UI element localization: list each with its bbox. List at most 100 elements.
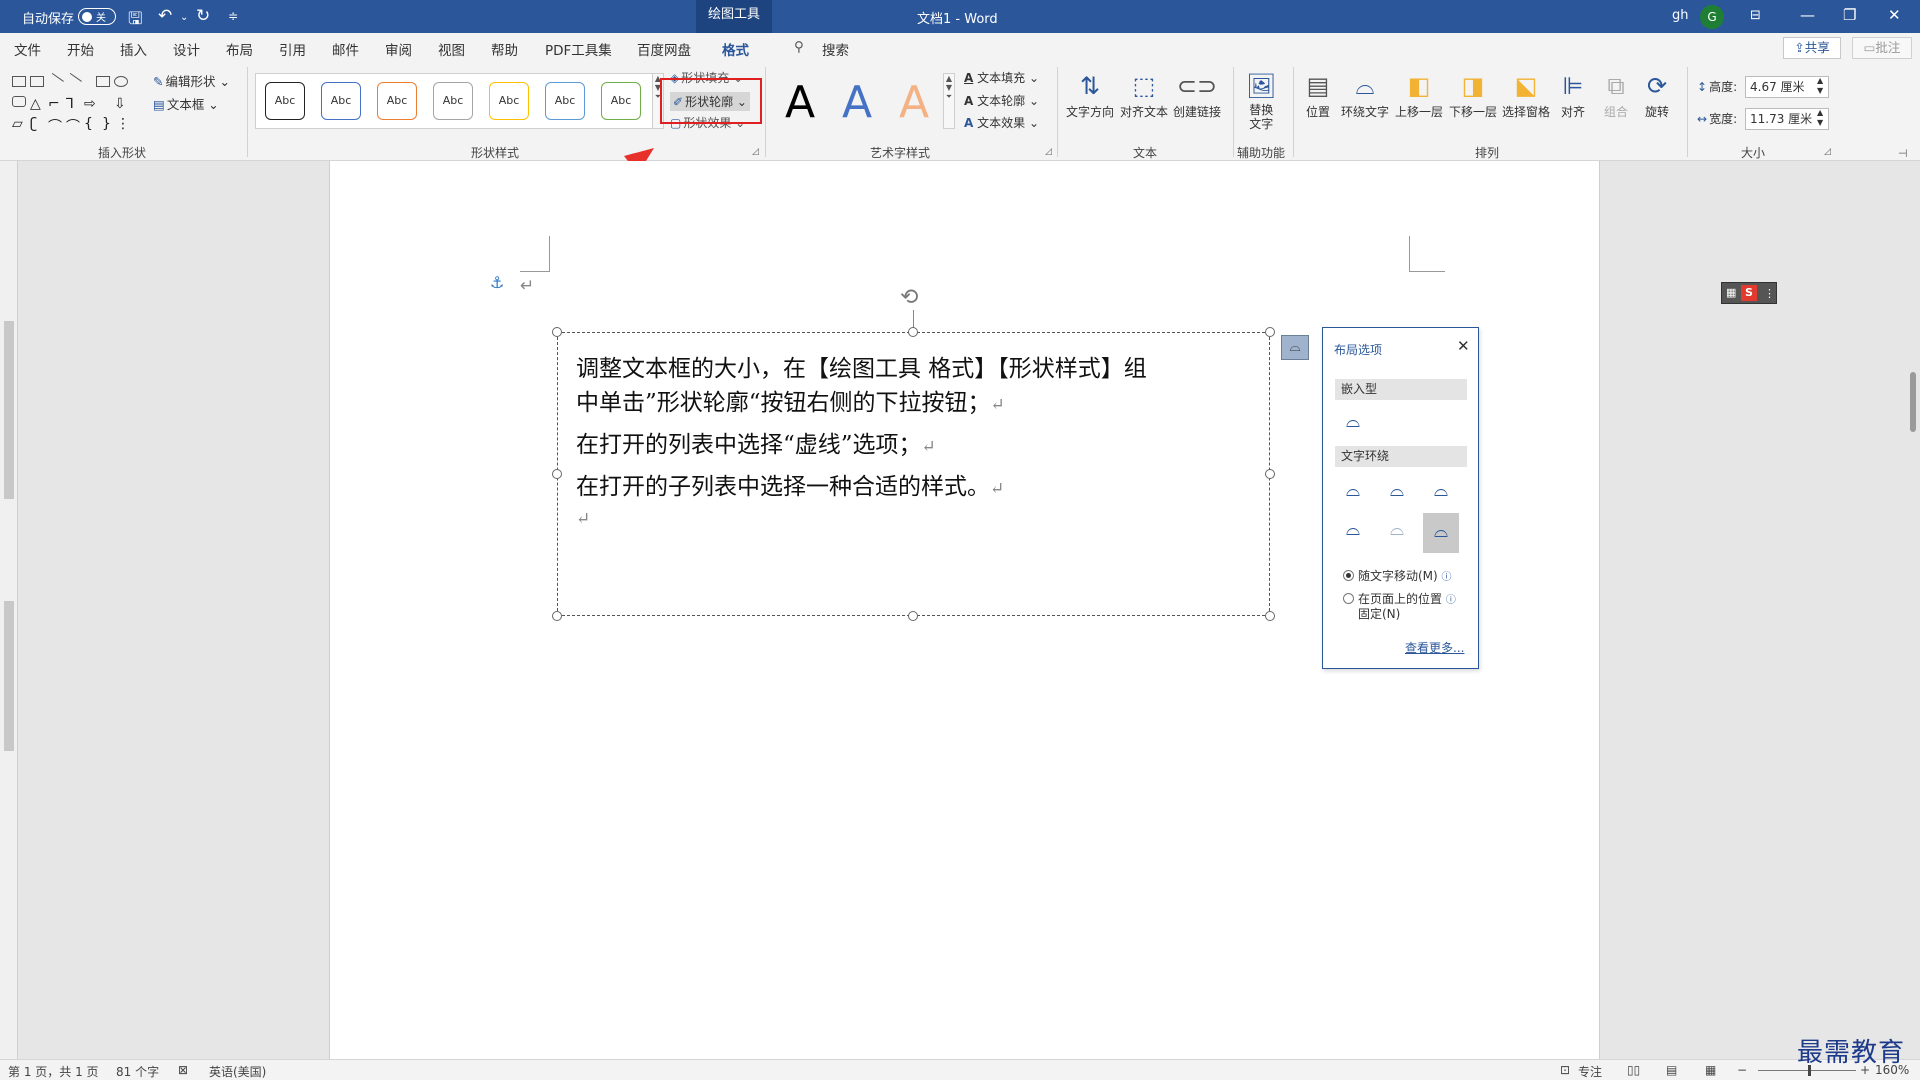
resize-handle-top[interactable]	[908, 327, 918, 337]
wrap-top-bottom-icon[interactable]: ⌓	[1335, 515, 1371, 547]
autosave-toggle[interactable]: 关	[78, 8, 116, 25]
position-button[interactable]: ▤ 位置	[1306, 69, 1330, 120]
resize-handle-top-right[interactable]	[1265, 327, 1275, 337]
rotate-button[interactable]: ⟳ 旋转	[1645, 69, 1669, 120]
read-mode-icon[interactable]: ▯▯	[1627, 1063, 1640, 1077]
tab-view[interactable]: 视图	[438, 39, 465, 59]
wrap-square-icon[interactable]: ⌓	[1335, 476, 1371, 508]
tab-mailings[interactable]: 邮件	[332, 39, 359, 59]
wordart-gallery-scroll[interactable]: ▲ ▼ ⏷	[943, 73, 955, 129]
resize-handle-bottom-right[interactable]	[1265, 611, 1275, 621]
shape-flowchart[interactable]: ▱	[12, 116, 26, 132]
proofing-icon[interactable]: ⊠	[178, 1063, 188, 1077]
info-icon[interactable]: ⓘ	[1442, 572, 1452, 583]
shape-freeform[interactable]: ⌒	[48, 116, 62, 135]
shape-elbow[interactable]: ⌐	[48, 96, 62, 112]
ribbon-display-icon[interactable]: ⊟	[1750, 8, 1761, 23]
resize-handle-top-left[interactable]	[552, 327, 562, 337]
tab-help[interactable]: 帮助	[491, 39, 518, 59]
shape-style-3[interactable]: Abc	[377, 82, 417, 120]
wordart-style-blue[interactable]: A	[842, 77, 872, 128]
keyboard-icon[interactable]: ▦	[1726, 286, 1736, 299]
zoom-slider[interactable]	[1758, 1070, 1856, 1071]
word-count[interactable]: 81 个字	[116, 1063, 159, 1080]
shape-curve[interactable]: ʗ	[30, 116, 44, 132]
tab-review[interactable]: 审阅	[385, 39, 412, 59]
align-text-button[interactable]: ⬚ 对齐文本	[1120, 69, 1168, 120]
resize-handle-bottom[interactable]	[908, 611, 918, 621]
bring-forward-button[interactable]: ◧ 上移一层	[1395, 69, 1443, 120]
shape-rectangle[interactable]	[96, 76, 110, 87]
minimize-icon[interactable]: —	[1800, 6, 1815, 24]
customize-qat-icon[interactable]: ≑	[228, 9, 238, 23]
info-icon[interactable]: ⓘ	[1446, 595, 1456, 606]
text-direction-button[interactable]: ⇅ 文字方向	[1066, 69, 1114, 120]
search-icon[interactable]: ⚲	[794, 39, 804, 55]
text-box[interactable]: 调整文本框的大小，在【绘图工具 格式】【形状样式】组 中单击”形状轮廓“按钮右侧…	[557, 332, 1270, 616]
share-button[interactable]: ⇪共享	[1783, 37, 1841, 59]
tab-baidu-netdisk[interactable]: 百度网盘	[637, 39, 691, 59]
focus-icon[interactable]: ⊡	[1560, 1063, 1570, 1077]
shape-style-7[interactable]: Abc	[601, 82, 641, 120]
redo-icon[interactable]: ↻	[196, 6, 210, 26]
tab-references[interactable]: 引用	[279, 39, 306, 59]
group-button[interactable]: ⧉ 组合	[1604, 69, 1628, 120]
shape-arc[interactable]: ⌒	[66, 116, 80, 135]
ime-toolbar[interactable]: ▦ S ⋮	[1721, 282, 1777, 304]
zoom-out-icon[interactable]: −	[1737, 1063, 1747, 1077]
text-outline-button[interactable]: A 文本轮廓 ⌄	[964, 92, 1039, 109]
shape-vertical-textbox[interactable]	[30, 76, 44, 87]
shape-connector[interactable]: ⅂	[66, 96, 80, 112]
shape-triangle[interactable]: △	[30, 96, 44, 112]
tab-format[interactable]: 格式	[720, 39, 751, 66]
tab-file[interactable]: 文件	[14, 39, 41, 59]
vertical-scrollbar-thumb[interactable]	[1910, 372, 1916, 432]
wrap-through-icon[interactable]: ⌓	[1423, 476, 1459, 508]
shape-rounded-rect[interactable]	[12, 96, 26, 107]
print-layout-icon[interactable]: ▤	[1666, 1063, 1677, 1077]
shape-more[interactable]: ⋮	[116, 116, 130, 132]
wrap-behind-text-icon[interactable]: ⌓	[1379, 515, 1415, 547]
selection-pane-button[interactable]: ⬕ 选择窗格	[1502, 69, 1550, 120]
textbox-button[interactable]: ▤ 文本框 ⌄	[153, 94, 219, 113]
comment-button[interactable]: ▭批注	[1852, 37, 1912, 59]
size-launcher-icon[interactable]: ◿	[1824, 147, 1831, 157]
close-icon[interactable]: ✕	[1888, 6, 1901, 24]
resize-handle-bottom-left[interactable]	[552, 611, 562, 621]
focus-mode-label[interactable]: 专注	[1578, 1063, 1602, 1080]
tab-insert[interactable]: 插入	[120, 39, 147, 59]
shape-right-arrow[interactable]: ⇨	[84, 96, 98, 112]
undo-dropdown-icon[interactable]: ⌄	[180, 12, 188, 23]
shape-brace-left[interactable]: {	[84, 116, 98, 132]
shapes-gallery[interactable]: △ ⌐ ⅂ ⇨ ⇩ ▱ ʗ ⌒ ⌒ { } ⋮	[8, 71, 130, 135]
undo-icon[interactable]: ↶	[158, 6, 172, 26]
text-fill-button[interactable]: A 文本填充 ⌄	[964, 69, 1039, 86]
shape-line[interactable]	[46, 72, 64, 91]
save-icon[interactable]: 🖫	[128, 6, 142, 35]
resize-handle-left[interactable]	[552, 469, 562, 479]
anchor-icon[interactable]: ⚓	[490, 273, 504, 292]
shape-style-1[interactable]: Abc	[265, 82, 305, 120]
align-button[interactable]: ⊫ 对齐	[1561, 69, 1585, 120]
wrap-in-front-icon[interactable]: ⌓	[1423, 513, 1459, 553]
shape-styles-launcher-icon[interactable]: ◿	[752, 147, 759, 157]
restore-icon[interactable]: ❐	[1843, 6, 1856, 24]
shape-style-2[interactable]: Abc	[321, 82, 361, 120]
language-indicator[interactable]: 英语(美国)	[209, 1063, 266, 1080]
wrap-inline-icon[interactable]: ⌓	[1335, 407, 1371, 439]
vertical-ruler[interactable]	[0, 161, 18, 1059]
edit-shape-button[interactable]: ✎ 编辑形状 ⌄	[153, 71, 230, 90]
width-spinner-icon[interactable]: ▲ ▼	[1817, 108, 1823, 128]
shape-down-arrow[interactable]: ⇩	[114, 96, 128, 112]
ime-menu-icon[interactable]: ⋮	[1764, 287, 1775, 300]
pin-ribbon-icon[interactable]: ⊣	[1898, 147, 1908, 160]
shape-arrow[interactable]	[64, 72, 82, 91]
send-backward-button[interactable]: ◨ 下移一层	[1449, 69, 1497, 120]
wrap-tight-icon[interactable]: ⌓	[1379, 476, 1415, 508]
tab-pdf-tools[interactable]: PDF工具集	[545, 39, 612, 59]
user-name[interactable]: gh	[1672, 8, 1689, 23]
sogou-icon[interactable]: S	[1741, 285, 1757, 301]
avatar[interactable]: G	[1700, 5, 1724, 29]
shape-style-4[interactable]: Abc	[433, 82, 473, 120]
wordart-launcher-icon[interactable]: ◿	[1045, 147, 1052, 157]
